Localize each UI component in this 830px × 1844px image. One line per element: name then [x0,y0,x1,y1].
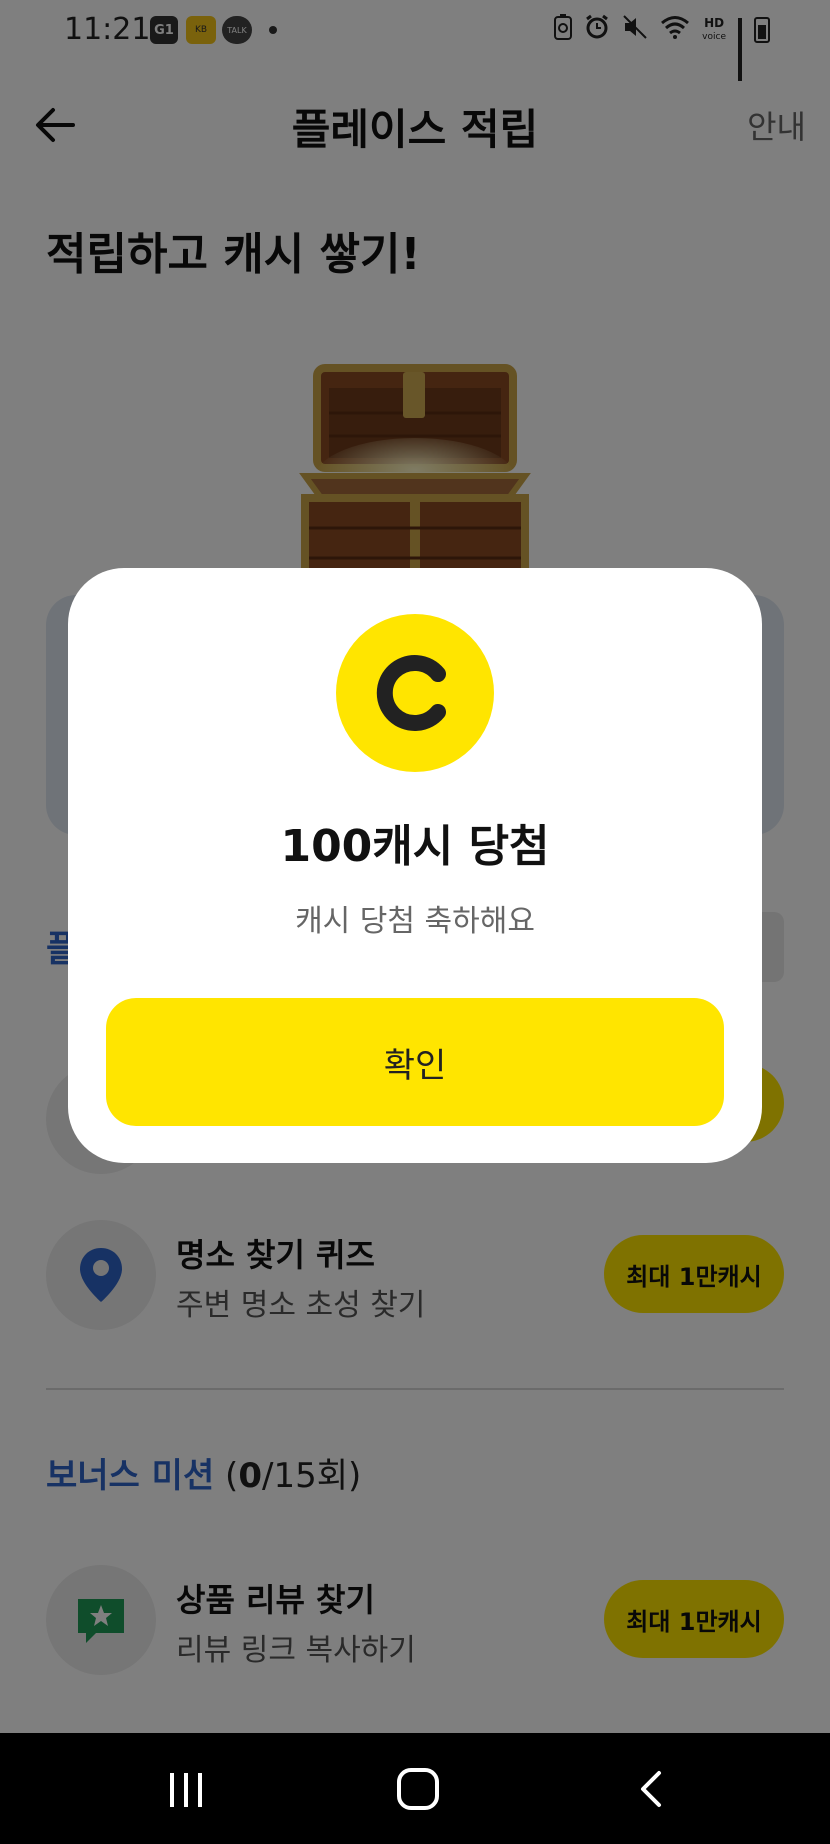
navigation-bar [0,1733,830,1844]
modal-title: 100캐시 당첨 [280,821,550,872]
confirm-button[interactable]: 확인 [106,998,724,1126]
recent-apps-icon[interactable] [156,1761,216,1817]
nav-back-icon[interactable] [620,1761,680,1817]
reward-modal: 100캐시 당첨 캐시 당첨 축하해요 확인 [68,568,762,1163]
cash-coin-icon [336,614,494,772]
modal-subtitle: 캐시 당첨 축하해요 [295,904,535,939]
home-icon[interactable] [388,1761,448,1817]
